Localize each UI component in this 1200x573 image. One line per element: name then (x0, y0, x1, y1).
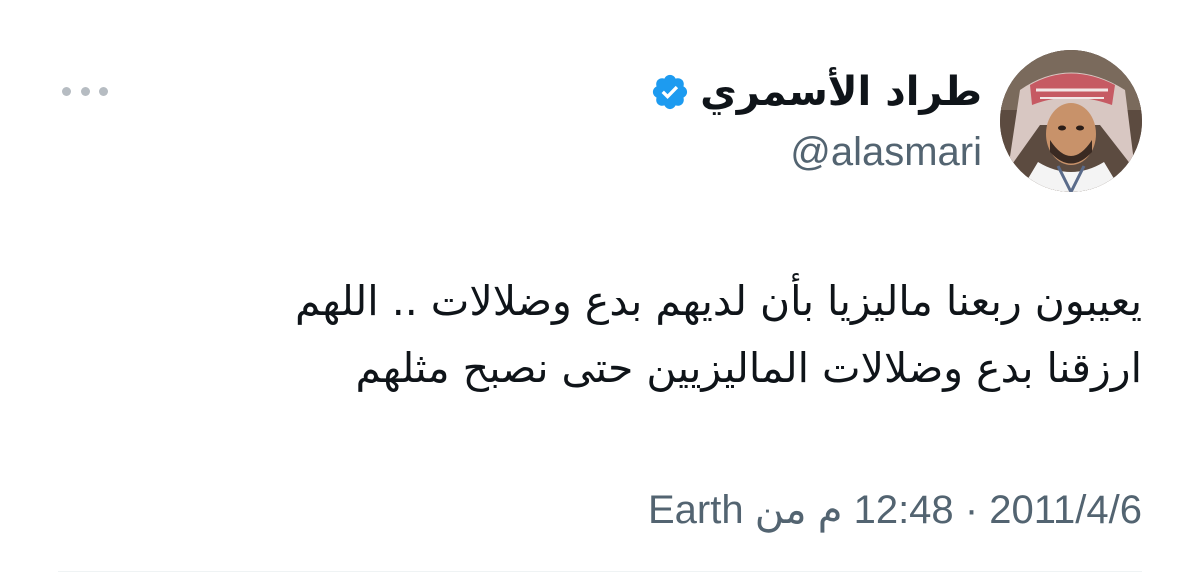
author-display-name[interactable]: طراد الأسمري (700, 64, 982, 120)
avatar-photo (1000, 50, 1142, 192)
divider (58, 571, 1142, 572)
tweet-date[interactable]: 2011/4/6 (989, 488, 1142, 532)
meta-separator: · (964, 488, 979, 532)
verified-badge-icon (650, 72, 690, 112)
tweet-source-label: Earth (647, 488, 744, 532)
avatar[interactable] (1000, 50, 1142, 192)
tweet-source: 12:48 م من Earth (648, 482, 954, 538)
tweet-metadata: 12:48 م من Earth · 2011/4/6 (648, 482, 1142, 538)
author-handle[interactable]: @alasmari (790, 128, 982, 176)
tweet-text: يعيبون ربعنا ماليزيا بأن لديهم بدع وضلال… (142, 268, 1142, 402)
tweet-text-line: يعيبون ربعنا ماليزيا بأن لديهم بدع وضلال… (295, 277, 1142, 325)
author-name-row[interactable]: طراد الأسمري (650, 64, 982, 120)
tweet-card: طراد الأسمري @alasmari يعيبون ربعنا مالي… (0, 0, 1200, 573)
tweet-text-line: ارزقنا بدع وضلالات الماليزيين حتى نصبح م… (355, 344, 1142, 392)
more-options-button[interactable] (62, 80, 108, 102)
ellipsis-icon (99, 86, 108, 96)
ellipsis-icon (80, 86, 90, 96)
tweet-time[interactable]: 12:48 م من (755, 488, 954, 532)
ellipsis-icon (62, 86, 71, 96)
